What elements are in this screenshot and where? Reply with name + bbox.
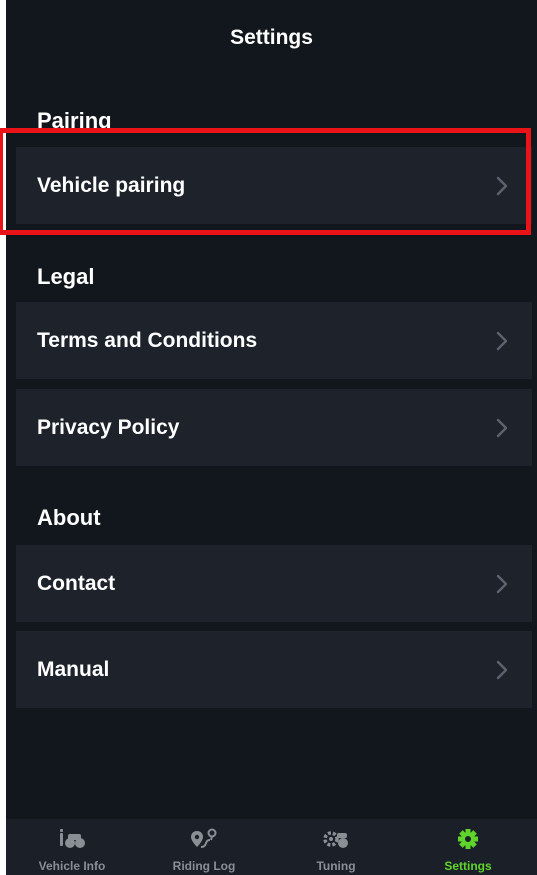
tab-label: Vehicle Info [38, 859, 106, 873]
chevron-right-icon [496, 574, 508, 593]
settings-row-manual[interactable]: Manual [16, 631, 532, 708]
tab-vehicle-info[interactable]: Vehicle Info [6, 819, 138, 875]
chevron-right-icon [496, 418, 508, 437]
settings-row-privacy-policy[interactable]: Privacy Policy [16, 389, 532, 466]
tab-tuning[interactable]: Tuning [270, 819, 402, 875]
tab-label: Settings [444, 859, 492, 873]
tab-settings[interactable]: Settings [402, 819, 534, 875]
motorcycle-info-icon [60, 829, 85, 848]
section-heading-about: About [37, 505, 101, 530]
settings-screen: Settings Pairing Vehicle pairing Legal T… [6, 0, 537, 875]
row-label: Terms and Conditions [37, 328, 258, 352]
section-heading-pairing: Pairing [37, 108, 112, 133]
tab-riding-log[interactable]: Riding Log [138, 819, 270, 875]
gear-icon [458, 829, 478, 849]
row-label: Vehicle pairing [37, 173, 186, 197]
chevron-right-icon [496, 176, 508, 195]
tab-label: Tuning [316, 859, 356, 873]
row-label: Manual [37, 657, 110, 681]
section-heading-legal: Legal [37, 264, 95, 289]
motorcycle-gear-icon [323, 831, 348, 848]
page-title: Settings [230, 26, 313, 49]
route-pin-icon [191, 828, 217, 848]
row-label: Privacy Policy [37, 415, 180, 439]
chevron-right-icon [496, 660, 508, 679]
settings-row-terms-and-conditions[interactable]: Terms and Conditions [16, 302, 532, 379]
chevron-right-icon [496, 331, 508, 350]
tab-label: Riding Log [172, 859, 236, 873]
settings-row-vehicle-pairing[interactable]: Vehicle pairing [16, 147, 532, 224]
settings-row-contact[interactable]: Contact [16, 545, 532, 622]
bottom-tab-bar: Vehicle Info Riding Log Tuning Settings [6, 819, 537, 875]
row-label: Contact [37, 571, 116, 595]
